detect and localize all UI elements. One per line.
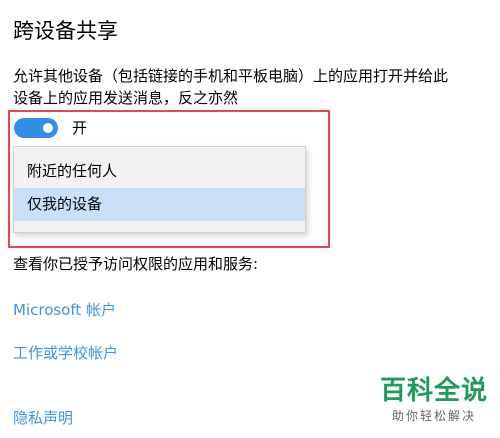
work-school-account-link[interactable]: 工作或学校帐户 xyxy=(13,343,118,363)
sharing-scope-dropdown[interactable]: 附近的任何人 仅我的设备 xyxy=(13,146,306,233)
toggle-state-label: 开 xyxy=(72,119,88,137)
dropdown-option-anyone-nearby[interactable]: 附近的任何人 xyxy=(14,155,305,188)
description-line-1: 允许其他设备（包括链接的手机和平板电脑）上的应用打开并给此 xyxy=(13,67,449,85)
watermark-title: 百科全说 xyxy=(379,376,488,406)
permissions-heading: 查看你已授予访问权限的应用和服务: xyxy=(13,255,259,273)
watermark-logo: 百科全说 助你轻松解决 xyxy=(380,376,488,424)
section-title: 跨设备共享 xyxy=(13,19,118,43)
cross-device-sharing-page: 跨设备共享 允许其他设备（包括链接的手机和平板电脑）上的应用打开并给此 设备上的… xyxy=(0,0,500,438)
description-line-2: 设备上的应用发送消息，反之亦然 xyxy=(13,89,239,107)
microsoft-account-link[interactable]: Microsoft 帐户 xyxy=(13,300,116,320)
watermark-subtitle: 助你轻松解决 xyxy=(391,409,476,423)
dropdown-option-my-devices-only[interactable]: 仅我的设备 xyxy=(14,188,305,221)
toggle-knob xyxy=(43,123,53,133)
section-description: 允许其他设备（包括链接的手机和平板电脑）上的应用打开并给此 设备上的应用发送消息… xyxy=(13,65,493,109)
sharing-toggle-switch[interactable] xyxy=(14,118,58,138)
sharing-toggle-row: 开 xyxy=(14,116,87,140)
privacy-statement-link[interactable]: 隐私声明 xyxy=(13,408,73,428)
